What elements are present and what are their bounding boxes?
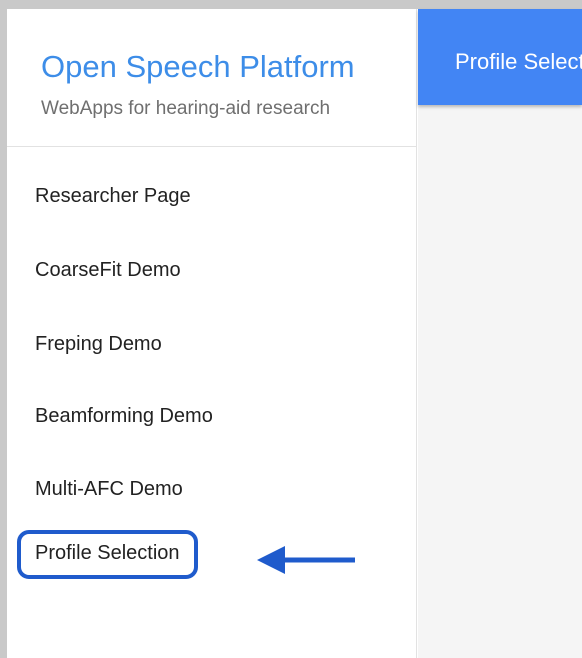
sidebar-item-researcher-page[interactable]: Researcher Page <box>35 185 191 208</box>
sidebar-item-coarsefit-demo[interactable]: CoarseFit Demo <box>35 259 181 282</box>
sidebar-item-freping-demo[interactable]: Freping Demo <box>35 333 162 356</box>
sidebar-item-beamforming-demo[interactable]: Beamforming Demo <box>35 405 213 428</box>
app-bar: Profile Selection <box>418 9 582 105</box>
sidebar-item-profile-selection[interactable]: Profile Selection <box>17 530 198 579</box>
sidebar-item-multi-afc-demo[interactable]: Multi-AFC Demo <box>35 478 183 501</box>
page-title: Profile Selection <box>455 49 582 74</box>
main-content: Profile Selection <box>418 9 582 658</box>
left-arrow-icon <box>257 546 355 574</box>
